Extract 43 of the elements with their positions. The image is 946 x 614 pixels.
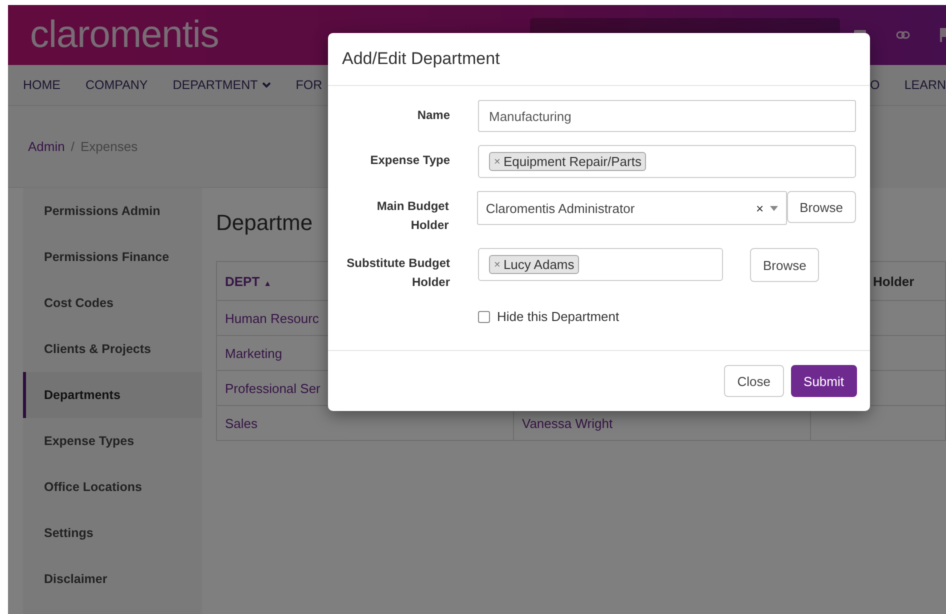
sidebar-item[interactable]: Office Locations <box>23 464 202 510</box>
select-field[interactable]: Claromentis Administrator × <box>476 191 787 225</box>
remove-tag-button[interactable]: × <box>494 156 500 168</box>
close-button[interactable]: Close <box>724 365 784 397</box>
field-label: Main Budget Holder <box>376 198 449 234</box>
sidebar-item[interactable]: Permissions Admin <box>23 188 202 234</box>
checkbox-label: Hide this Department <box>497 309 620 324</box>
flag-icon[interactable] <box>940 28 946 42</box>
sidebar-item[interactable]: Departments <box>23 372 202 418</box>
nav-item[interactable]: FOR <box>296 78 322 92</box>
checkbox[interactable] <box>478 310 490 322</box>
logo[interactable]: claromentis <box>30 14 219 56</box>
tag-field[interactable]: × Equipment Repair/Parts <box>478 145 856 178</box>
field-label: Substitute Budget Holder <box>346 255 450 291</box>
tag-label: Lucy Adams <box>503 257 574 272</box>
submit-button[interactable]: Submit <box>790 365 857 397</box>
name-input[interactable]: Manufacturing <box>478 100 856 132</box>
nav-item[interactable]: O <box>870 78 880 92</box>
caret-icon <box>770 206 778 210</box>
sidebar-item[interactable]: Settings <box>23 510 202 556</box>
dialog-title: Add/Edit Department <box>342 49 500 69</box>
nav-item[interactable]: DEPARTMENT <box>172 78 271 92</box>
sidebar-item[interactable]: Disclaimer <box>23 556 202 602</box>
breadcrumb-link[interactable]: Admin <box>28 139 65 154</box>
browse-button[interactable]: Browse <box>786 191 856 223</box>
nav-item[interactable]: LEARN <box>904 78 946 92</box>
page-title: Departme <box>216 210 313 236</box>
sidebar-item[interactable]: Permissions Finance <box>23 234 202 280</box>
tag-field[interactable]: × Lucy Adams <box>478 248 723 281</box>
breadcrumb-separator: / <box>70 139 74 154</box>
sidebar-item[interactable]: Cost Codes <box>23 280 202 326</box>
browse-button[interactable]: Browse <box>750 248 820 282</box>
tag-label: Equipment Repair/Parts <box>503 154 642 169</box>
field-label: Expense Type <box>369 152 450 169</box>
sidebar-item[interactable]: Expense Types <box>23 418 202 464</box>
sidebar-item[interactable]: Clients & Projects <box>23 326 202 372</box>
remove-tag-button[interactable]: × <box>494 258 500 270</box>
field-label: Name <box>416 107 450 124</box>
nav-item[interactable]: COMPANY <box>86 78 148 92</box>
nav-item[interactable]: HOME <box>23 78 60 92</box>
link-icon[interactable] <box>896 30 910 40</box>
select-value: Claromentis Administrator <box>486 200 636 216</box>
clear-button[interactable]: × <box>756 200 764 216</box>
